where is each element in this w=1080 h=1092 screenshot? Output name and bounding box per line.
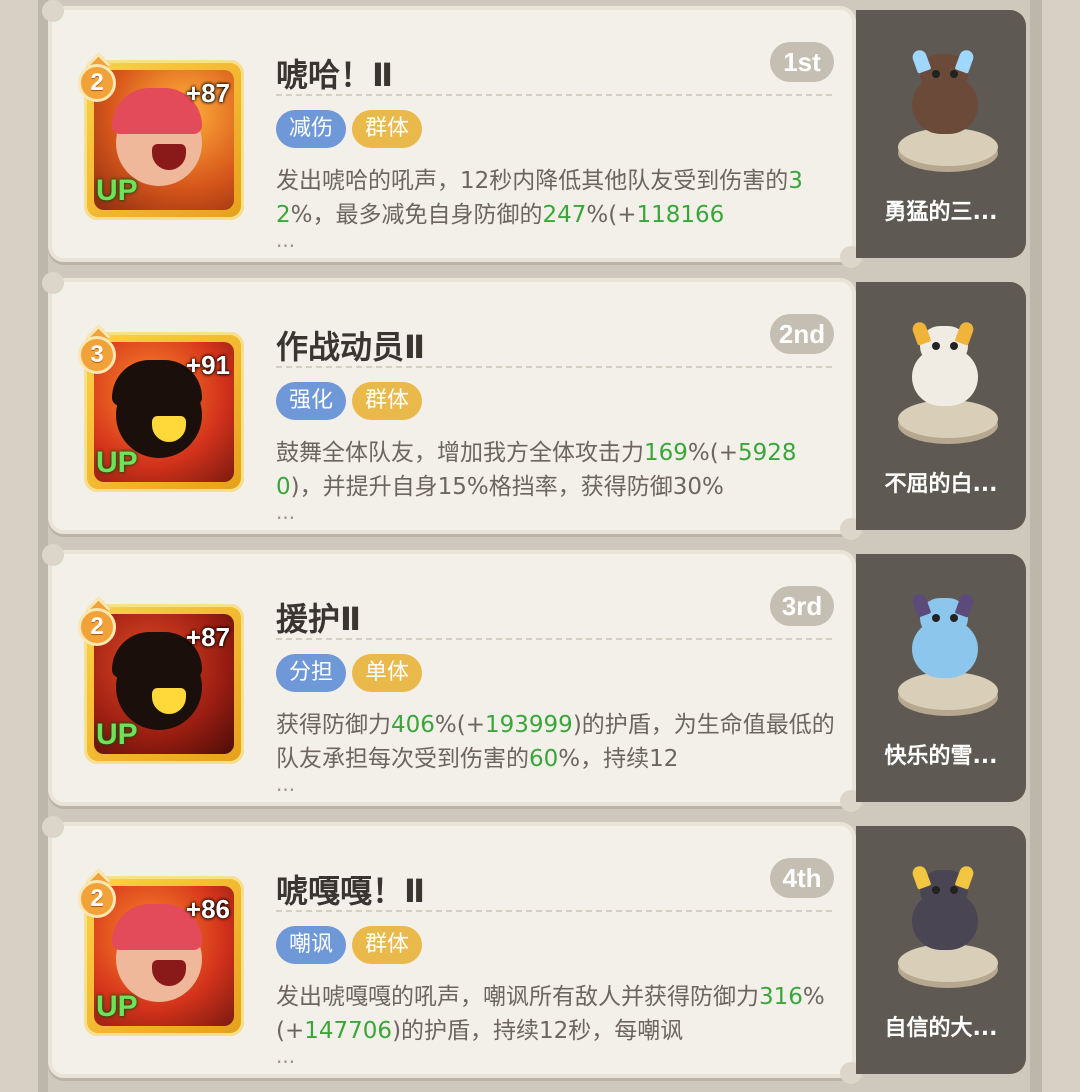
desc-value: 193999 xyxy=(485,712,573,738)
skill-level-badge: 3 xyxy=(78,324,116,376)
skill-rank-badge: 4th xyxy=(770,858,834,898)
skill-tag: 群体 xyxy=(352,110,423,148)
desc-text: %(+ xyxy=(687,440,739,466)
skill-tag: 减伤 xyxy=(276,110,347,148)
pet-name: 勇猛的三... xyxy=(884,200,998,225)
skill-icon-frame[interactable]: 2 +87 UP xyxy=(78,52,244,220)
skill-description: 获得防御力406%(+193999)的护盾，为生命值最低的队友承担每次受到伤害的… xyxy=(276,708,842,776)
skill-rank-badge: 1st xyxy=(770,42,834,82)
skill-tag: 单体 xyxy=(352,654,423,692)
desc-text: %(+ xyxy=(586,202,637,228)
desc-text: %，最多减免自身防御的 xyxy=(290,202,543,228)
skill-level-number: 2 xyxy=(90,885,104,912)
skill-level-badge: 2 xyxy=(78,868,116,920)
skill-icon-frame[interactable]: 2 +86 UP xyxy=(78,868,244,1036)
desc-text: 鼓舞全体队友，增加我方全体攻击力 xyxy=(276,440,644,466)
desc-value: 147706 xyxy=(304,1018,393,1044)
desc-value: 247 xyxy=(542,202,587,228)
upgrade-badge: UP xyxy=(96,990,138,1023)
skill-level-number: 3 xyxy=(90,341,104,368)
skill-tag: 群体 xyxy=(352,926,423,964)
desc-text: )的护盾，持续12秒，每嘲讽 xyxy=(392,1018,684,1044)
divider xyxy=(276,910,832,912)
pet-name: 快乐的雪... xyxy=(884,744,998,769)
more-ellipsis[interactable]: ... xyxy=(276,1044,295,1068)
skill-level-badge: 2 xyxy=(78,596,116,648)
desc-value: 169 xyxy=(644,440,688,466)
desc-value: 118166 xyxy=(636,202,725,228)
skill-bonus: +87 xyxy=(185,78,230,108)
skill-title: 作战动员Ⅱ xyxy=(276,328,426,366)
skill-level-badge: 2 xyxy=(78,52,116,104)
pet-panel[interactable]: 快乐的雪... xyxy=(856,554,1026,802)
desc-text: 发出唬嘎嘎的吼声，嘲讽所有敌人并获得防御力 xyxy=(276,984,759,1010)
skill-tags: 嘲讽 群体 xyxy=(276,926,428,964)
skill-description: 发出唬嘎嘎的吼声，嘲讽所有敌人并获得防御力316%(+147706)的护盾，持续… xyxy=(276,980,842,1048)
skill-card[interactable]: 2 +87 UP 援护Ⅱ 3rd 分担 单体 获得防御力406%(+193999)… xyxy=(42,544,862,812)
skill-tags: 分担 单体 xyxy=(276,654,428,692)
skill-icon-frame[interactable]: 3 +91 UP xyxy=(78,324,244,492)
desc-value: 406 xyxy=(391,712,435,738)
skill-card[interactable]: 2 +87 UP 唬哈！Ⅱ 1st 减伤 群体 发出唬哈的吼声，12秒内降低其他队… xyxy=(42,0,862,268)
desc-value: 60 xyxy=(529,746,559,772)
desc-text: %，持续12 xyxy=(558,746,679,772)
skill-tags: 强化 群体 xyxy=(276,382,428,420)
pet-panel[interactable]: 勇猛的三... xyxy=(856,10,1026,258)
skill-tags: 减伤 群体 xyxy=(276,110,428,148)
skill-row[interactable]: 3 +91 UP 作战动员Ⅱ 2nd 强化 群体 鼓舞全体队友，增加我方全体攻击力… xyxy=(42,272,1030,540)
skill-icon-frame[interactable]: 2 +87 UP xyxy=(78,596,244,764)
pet-name: 自信的大... xyxy=(884,1016,998,1041)
desc-text: )，并提升自身15%格挡率，获得防御30% xyxy=(290,474,724,500)
skill-title: 唬哈！Ⅱ xyxy=(276,56,394,94)
pet-name: 不屈的白... xyxy=(884,472,998,497)
skill-level-number: 2 xyxy=(90,69,104,96)
more-ellipsis[interactable]: ... xyxy=(276,500,295,524)
skill-tag: 嘲讽 xyxy=(276,926,347,964)
upgrade-badge: UP xyxy=(96,446,138,479)
upgrade-badge: UP xyxy=(96,174,138,207)
upgrade-badge: UP xyxy=(96,718,138,751)
more-ellipsis[interactable]: ... xyxy=(276,772,295,796)
divider xyxy=(276,94,832,96)
desc-text: 获得防御力 xyxy=(276,712,391,738)
skill-card[interactable]: 2 +86 UP 唬嘎嘎！Ⅱ 4th 嘲讽 群体 发出唬嘎嘎的吼声，嘲讽所有敌人并… xyxy=(42,816,862,1084)
skill-bonus: +87 xyxy=(185,622,230,652)
skill-tag: 分担 xyxy=(276,654,347,692)
skill-description: 发出唬哈的吼声，12秒内降低其他队友受到伤害的32%，最多减免自身防御的247%… xyxy=(276,164,842,232)
white-goat-pet-icon xyxy=(904,320,984,412)
skill-card[interactable]: 3 +91 UP 作战动员Ⅱ 2nd 强化 群体 鼓舞全体队友，增加我方全体攻击力… xyxy=(42,272,862,540)
divider xyxy=(276,366,832,368)
desc-text: %(+ xyxy=(434,712,486,738)
skill-title: 唬嘎嘎！Ⅱ xyxy=(276,872,426,910)
skill-level-number: 2 xyxy=(90,613,104,640)
skill-rank-badge: 2nd xyxy=(770,314,834,354)
skill-tag: 强化 xyxy=(276,382,347,420)
snow-creature-pet-icon xyxy=(904,592,984,684)
skill-title: 援护Ⅱ xyxy=(276,600,362,638)
skill-description: 鼓舞全体队友，增加我方全体攻击力169%(+59280)，并提升自身15%格挡率… xyxy=(276,436,842,504)
dark-goat-pet-icon xyxy=(904,864,984,956)
divider xyxy=(276,638,832,640)
skill-row[interactable]: 2 +86 UP 唬嘎嘎！Ⅱ 4th 嘲讽 群体 发出唬嘎嘎的吼声，嘲讽所有敌人并… xyxy=(42,816,1030,1084)
skill-row[interactable]: 2 +87 UP 援护Ⅱ 3rd 分担 单体 获得防御力406%(+193999)… xyxy=(42,544,1030,812)
skill-bonus: +91 xyxy=(185,350,230,380)
pet-panel[interactable]: 不屈的白... xyxy=(856,282,1026,530)
rhino-pet-icon xyxy=(904,48,984,140)
pet-panel[interactable]: 自信的大... xyxy=(856,826,1026,1074)
skill-tag: 群体 xyxy=(352,382,423,420)
skill-rank-badge: 3rd xyxy=(770,586,834,626)
desc-value: 316 xyxy=(759,984,803,1010)
desc-text: 发出唬哈的吼声，12秒内降低其他队友受到伤害的 xyxy=(276,168,789,194)
skill-bonus: +86 xyxy=(185,894,230,924)
skill-row[interactable]: 2 +87 UP 唬哈！Ⅱ 1st 减伤 群体 发出唬哈的吼声，12秒内降低其他队… xyxy=(42,0,1030,268)
more-ellipsis[interactable]: ... xyxy=(276,228,295,252)
